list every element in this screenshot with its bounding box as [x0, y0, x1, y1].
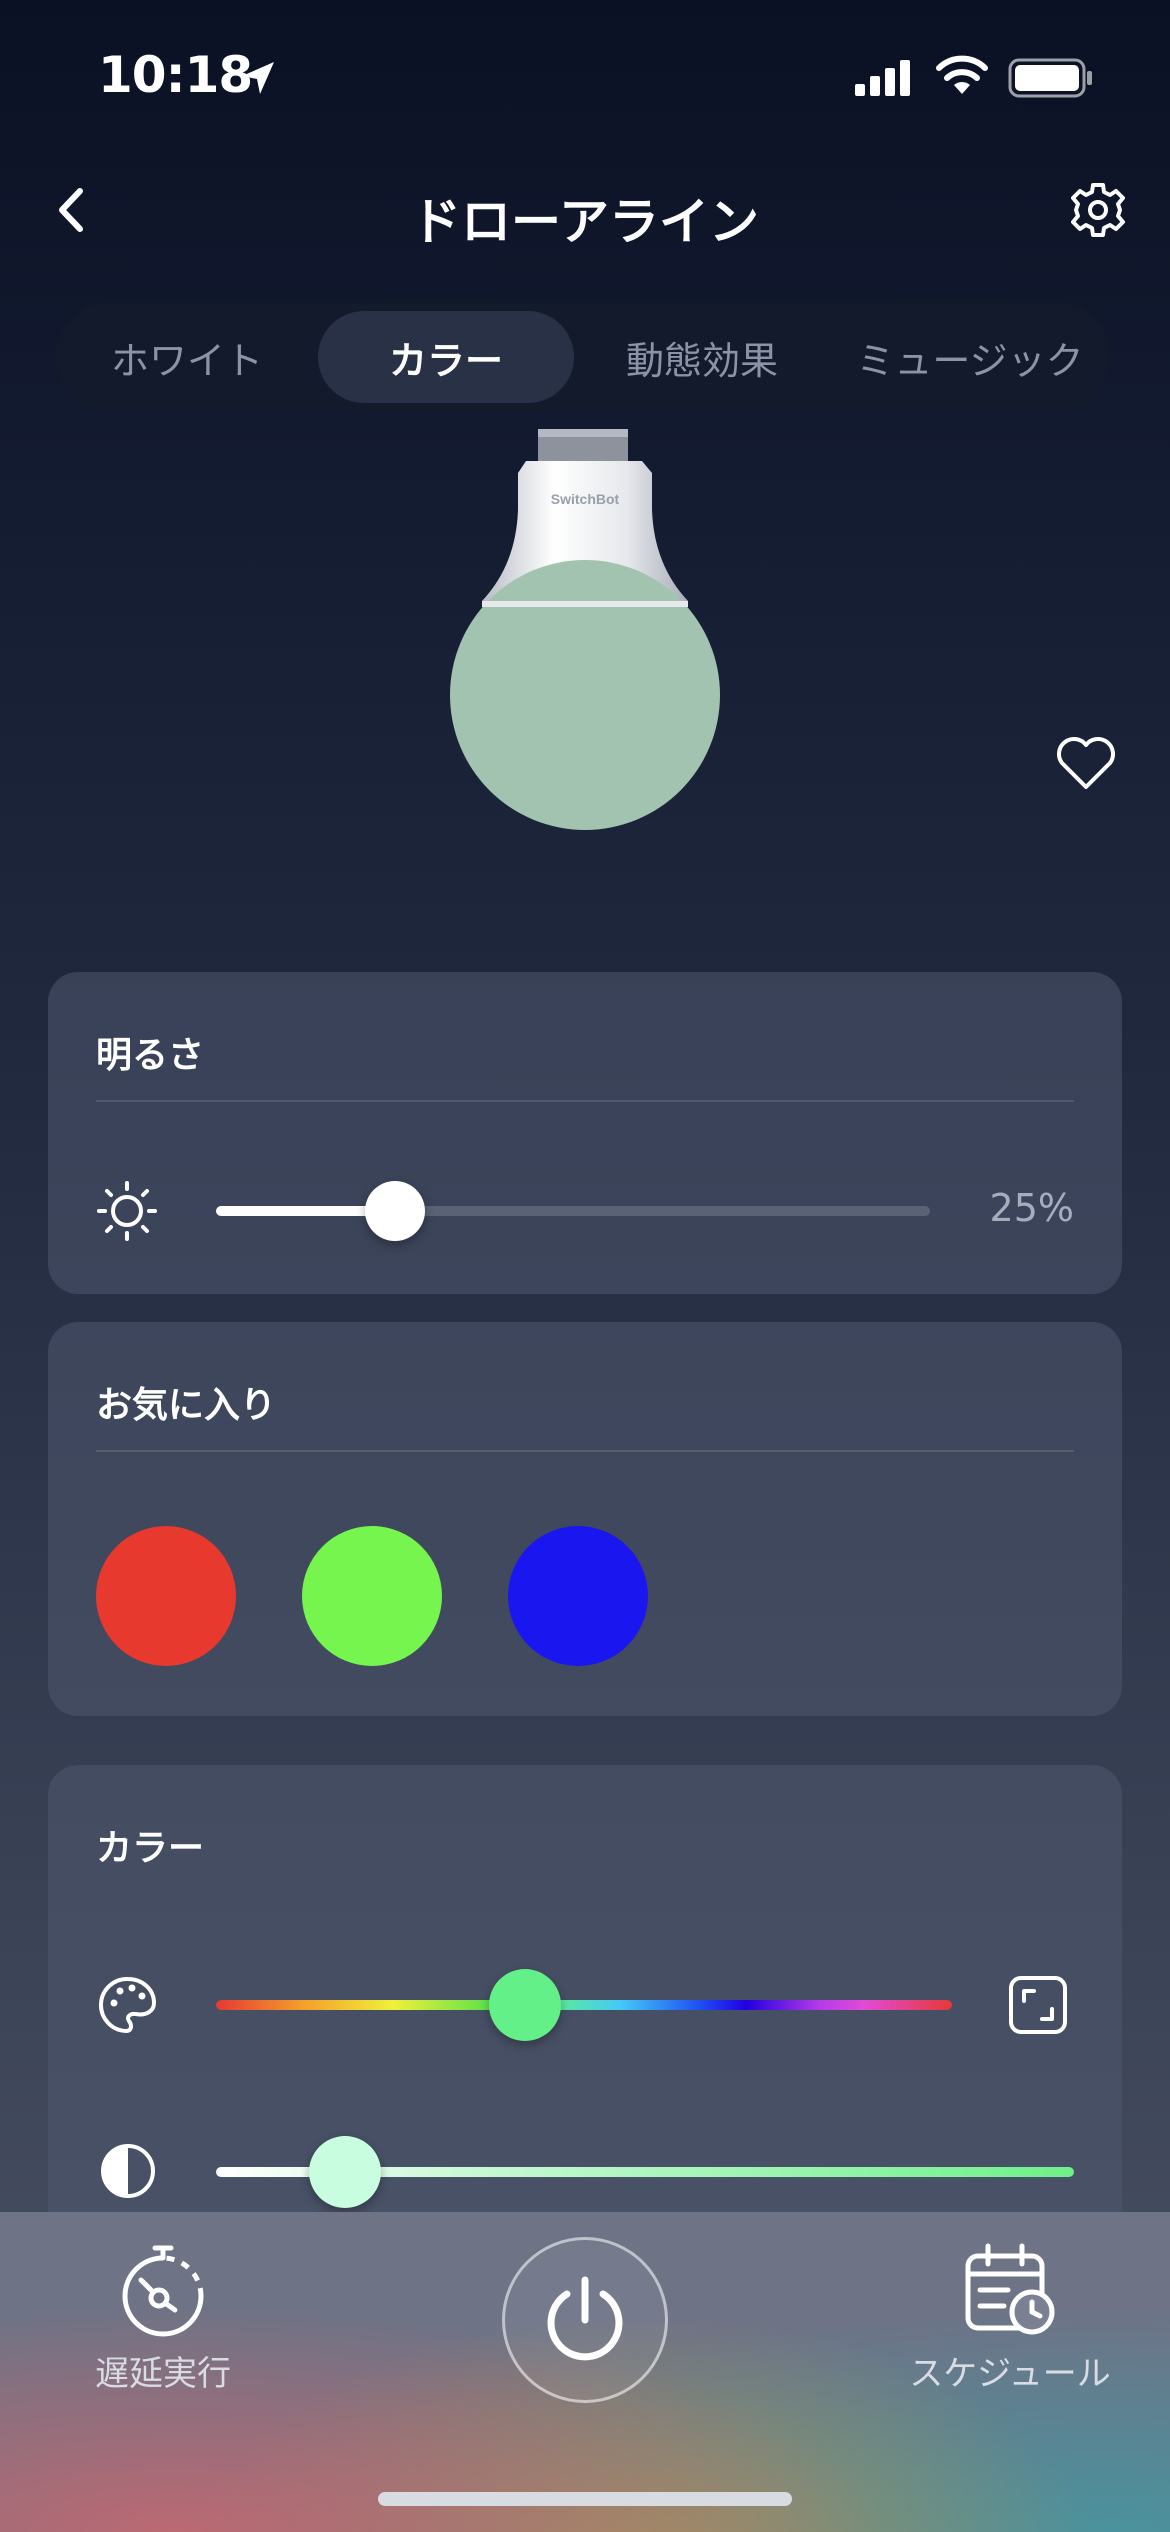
location-arrow-icon: [242, 62, 274, 94]
favorite-swatch-red[interactable]: [96, 1526, 236, 1666]
saturation-icon: [101, 2144, 155, 2198]
expand-icon: [1009, 1976, 1067, 2034]
wifi-icon: [936, 55, 988, 94]
settings-button[interactable]: [1066, 178, 1130, 242]
bottom-action-bar: 遅延実行 スケジュール: [0, 2212, 1170, 2532]
color-picker-expand-button[interactable]: [1006, 1973, 1070, 2037]
heart-icon: [1057, 737, 1115, 789]
nav-bar: ドローアライン: [0, 160, 1170, 260]
color-title: カラー: [96, 1828, 205, 1869]
divider: [96, 1100, 1074, 1102]
favorites-title: お気に入り: [96, 1385, 277, 1426]
brightness-title: 明るさ: [96, 1035, 205, 1076]
favorites-card: お気に入り: [48, 1322, 1122, 1716]
cellular-signal-icon: [855, 60, 910, 96]
gear-icon: [1071, 183, 1125, 237]
brightness-card: 明るさ 25%: [48, 972, 1122, 1294]
tab-white[interactable]: ホワイト: [56, 311, 318, 403]
power-icon: [547, 2276, 623, 2361]
sun-icon: [97, 1181, 157, 1241]
delay-timer-button[interactable]: 遅延実行: [88, 2240, 238, 2420]
schedule-button[interactable]: スケジュール: [900, 2240, 1120, 2420]
brightness-slider-knob[interactable]: [364, 1181, 425, 1241]
favorite-heart-button[interactable]: [1055, 735, 1117, 791]
favorite-swatch-blue[interactable]: [508, 1526, 648, 1666]
hue-slider-track[interactable]: [216, 2000, 952, 2010]
brightness-value: 25%: [989, 1186, 1074, 1230]
bulb-illustration: SwitchBot: [450, 429, 720, 830]
delay-timer-label: 遅延実行: [95, 2354, 231, 2394]
divider: [96, 1450, 1074, 1452]
mode-tabs: ホワイト カラー 動態効果 ミュージック: [56, 302, 1110, 412]
schedule-label: スケジュール: [909, 2354, 1111, 2394]
saturation-slider-knob[interactable]: [308, 2136, 381, 2208]
tab-color[interactable]: カラー: [318, 311, 574, 403]
power-button[interactable]: [502, 2237, 668, 2403]
hue-slider-knob[interactable]: [489, 1969, 562, 2041]
bulb-brand-label: SwitchBot: [551, 491, 620, 507]
battery-icon: [1008, 58, 1092, 98]
bulb-glass: [450, 560, 720, 830]
status-bar: 10:18: [0, 0, 1170, 150]
calendar-clock-icon: [965, 2243, 1055, 2335]
timer-icon: [122, 2245, 204, 2337]
tab-music[interactable]: ミュージック: [830, 311, 1110, 403]
palette-icon: [99, 1976, 156, 2033]
tab-dynamic-effects[interactable]: 動態効果: [574, 311, 830, 403]
color-card: カラー: [48, 1765, 1122, 2245]
favorite-swatch-green[interactable]: [302, 1526, 442, 1666]
status-time: 10:18: [98, 46, 253, 104]
home-indicator: [378, 2492, 792, 2506]
page-title: ドローアライン: [411, 193, 759, 251]
